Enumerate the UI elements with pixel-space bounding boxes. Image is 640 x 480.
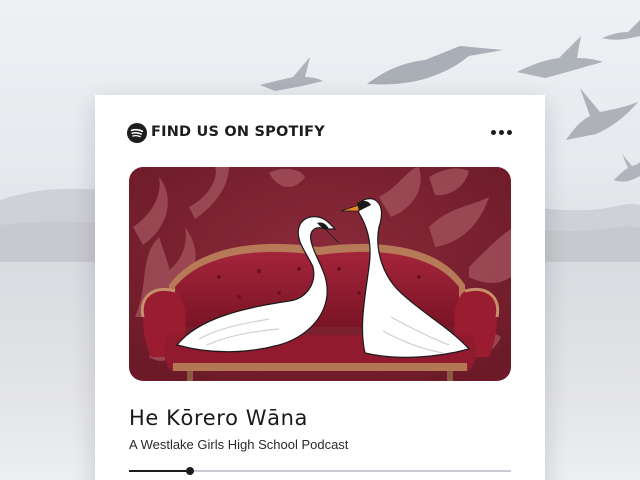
more-horizontal-icon: [499, 130, 504, 135]
more-horizontal-icon: [507, 130, 512, 135]
playback-progress-bar[interactable]: [129, 467, 511, 475]
bird-silhouette: [566, 88, 638, 140]
more-options-button[interactable]: [491, 129, 513, 137]
podcast-artwork[interactable]: [129, 167, 511, 381]
card-header: FIND US ON SPOTIFY: [127, 123, 513, 143]
bird-silhouette: [614, 154, 640, 182]
spotify-icon[interactable]: [127, 123, 147, 143]
artwork-image: [129, 167, 511, 381]
bird-silhouette: [367, 46, 503, 85]
bird-silhouette: [517, 36, 603, 78]
podcast-subtitle: A Westlake Girls High School Podcast: [129, 437, 349, 452]
podcast-title[interactable]: He Kōrero Wāna: [129, 406, 308, 430]
bird-silhouette: [260, 57, 323, 91]
podcast-card: FIND US ON SPOTIFY He Kōrero Wāna A West…: [95, 95, 545, 480]
spotify-brand-label[interactable]: FIND US ON SPOTIFY: [151, 124, 325, 140]
progress-fill: [129, 470, 191, 472]
more-horizontal-icon: [491, 130, 496, 135]
progress-handle[interactable]: [186, 467, 195, 475]
bird-silhouette: [602, 20, 640, 40]
